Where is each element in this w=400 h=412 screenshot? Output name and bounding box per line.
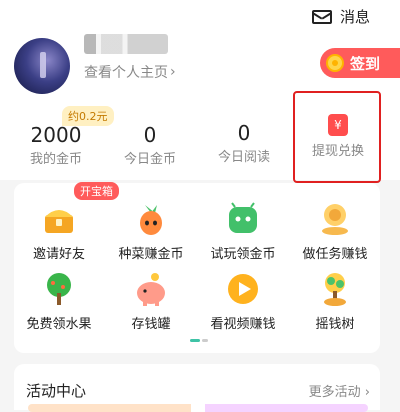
task-coin-icon [317,201,353,237]
grid-item-free-fruit[interactable]: 免费领水果 [14,271,104,332]
activity-banner-preview[interactable] [28,404,368,412]
grid-item-money-tree[interactable]: 摇钱树 [290,271,380,332]
mail-icon [312,9,332,24]
grid-item-label: 种菜赚金币 [118,247,184,262]
grid-item-plant-vegetables[interactable]: 种菜赚金币 [106,201,196,262]
activity-center: 活动中心 更多活动 › [14,364,380,412]
page-dot [202,339,208,342]
wallet-icon: ¥ [328,114,348,136]
view-profile-label: 查看个人主页 [84,65,168,81]
my-coins-stat[interactable]: 2000 我的金币 [26,124,86,167]
my-coins-value: 2000 [30,123,82,147]
piggy-bank-icon [133,271,169,307]
chevron-right-icon: › [170,64,176,80]
withdraw-exchange-button[interactable]: ¥ 提现兑换 [303,114,373,159]
user-info: 查看个人主页 › [84,34,176,82]
activity-center-title: 活动中心 [26,382,87,400]
page-dot-active [190,339,200,342]
today-reading-value: 0 [237,121,251,145]
treasure-chest-icon [41,201,77,237]
coin-icon [326,54,344,72]
grid-item-watch-videos[interactable]: 看视频赚钱 [198,271,288,332]
grid-item-trial-games[interactable]: 试玩领金币 [198,201,288,262]
more-activities-link[interactable]: 更多活动 › [309,381,370,400]
money-tree-icon [317,271,353,307]
today-coins-stat[interactable]: 0 今日金币 [120,124,180,167]
avatar[interactable] [14,38,70,94]
today-reading-label: 今日阅读 [217,150,270,165]
user-name-blurred [84,34,168,54]
grid-item-label: 邀请好友 [32,247,85,262]
open-treasure-badge[interactable]: 开宝箱 [74,182,119,200]
grid-item-label: 存钱罐 [131,317,171,332]
grid-item-label: 做任务赚钱 [302,247,368,262]
play-video-icon [225,271,261,307]
grid-item-piggy-bank[interactable]: 存钱罐 [106,271,196,332]
carrot-icon [133,201,169,237]
today-coins-label: 今日金币 [123,152,176,167]
today-reading-stat[interactable]: 0 今日阅读 [212,122,276,165]
sign-in-label: 签到 [350,54,381,73]
grid-item-label: 试玩领金币 [210,247,276,262]
fruit-tree-icon [41,271,77,307]
page-indicator [190,339,208,342]
grid-item-tasks[interactable]: 做任务赚钱 [290,201,380,262]
grid-item-invite-friends[interactable]: 邀请好友 [14,201,104,262]
my-coins-label: 我的金币 [29,152,82,167]
messages-button[interactable]: 消息 [312,6,370,27]
grid-item-label: 摇钱树 [315,317,355,332]
today-coins-value: 0 [143,123,157,147]
view-profile-link[interactable]: 查看个人主页 › [84,62,176,82]
sign-in-button[interactable]: 签到 [320,48,400,78]
grid-item-label: 看视频赚钱 [210,317,276,332]
withdraw-exchange-label: 提现兑换 [311,144,364,159]
grid-item-label: 免费领水果 [26,317,92,332]
game-controller-icon [225,201,261,237]
feature-grid: 邀请好友 开宝箱 种菜赚金币 试玩领金币 做任务赚钱 免费领水果 存钱罐 看视频… [14,182,380,353]
messages-label: 消息 [340,8,371,26]
